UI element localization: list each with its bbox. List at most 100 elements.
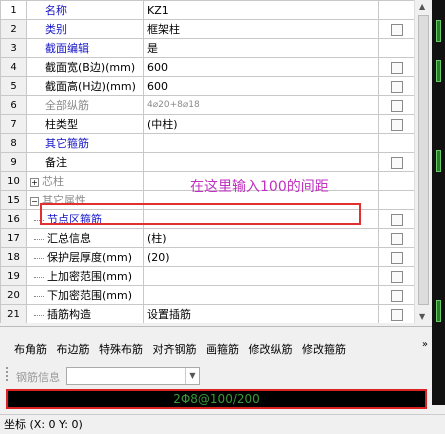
chevron-down-icon[interactable]: ▼	[185, 368, 199, 384]
property-value[interactable]: 600	[143, 57, 379, 77]
row-number: 18	[0, 247, 27, 267]
property-value[interactable]: 600	[143, 76, 379, 96]
tree-indent-line	[34, 295, 44, 297]
property-name-cell: 名称	[26, 0, 144, 20]
attach-checkbox[interactable]	[390, 61, 403, 74]
attach-checkbox[interactable]	[390, 23, 403, 36]
property-row[interactable]: 2 类别 框架柱	[0, 19, 415, 39]
attach-checkbox-cell	[378, 304, 415, 323]
row-number: 16	[0, 209, 27, 229]
property-row[interactable]: 19 上加密范围(mm)	[0, 266, 415, 286]
toolbar-grip-handle[interactable]	[6, 367, 10, 381]
attach-checkbox-cell	[378, 133, 415, 153]
property-name: 其它箍筋	[45, 137, 89, 150]
scroll-up-arrow-icon[interactable]: ▲	[419, 2, 425, 11]
attach-checkbox[interactable]	[390, 289, 403, 302]
toolbar-button-align-rebar[interactable]: 对齐钢筋	[153, 343, 197, 356]
rebar-input-bar[interactable]: 2Φ8@100/200	[6, 389, 427, 409]
attach-checkbox[interactable]	[390, 80, 403, 93]
property-name-cell: 汇总信息	[26, 228, 144, 248]
coordinate-readout: 坐标 (X: 0 Y: 0)	[4, 418, 83, 431]
attach-checkbox-cell	[378, 19, 415, 39]
row-number: 15	[0, 190, 27, 210]
toolbar-button-special-rebar[interactable]: 特殊布筋	[99, 343, 143, 356]
attach-checkbox[interactable]	[390, 118, 403, 131]
property-row[interactable]: 18 保护层厚度(mm) (20)	[0, 247, 415, 267]
attach-checkbox[interactable]	[390, 99, 403, 112]
attach-checkbox[interactable]	[390, 232, 403, 245]
right-side-panel-strip	[432, 0, 445, 405]
property-row[interactable]: 3 截面编辑 是	[0, 38, 415, 58]
property-value[interactable]	[143, 133, 379, 153]
property-value[interactable]: 是	[143, 38, 379, 58]
property-name-cell: 全部纵筋	[26, 95, 144, 115]
property-row[interactable]: 20 下加密范围(mm)	[0, 285, 415, 305]
property-name: 下加密范围(mm)	[47, 289, 133, 302]
property-value[interactable]: (柱)	[143, 228, 379, 248]
toolbar-button-edit-stirrup[interactable]: 修改箍筋	[302, 343, 346, 356]
property-row[interactable]: 9 备注	[0, 152, 415, 172]
property-row[interactable]: 7 柱类型 (中柱)	[0, 114, 415, 134]
property-name-cell: 其它箍筋	[26, 133, 144, 153]
property-name-cell: + 芯柱	[26, 171, 144, 191]
rebar-info-label: 钢筋信息	[16, 371, 60, 384]
property-row[interactable]: 8 其它箍筋	[0, 133, 415, 153]
rebar-toolbar-panel: 布角筋 布边筋 特殊布筋 对齐钢筋 画箍筋 修改纵筋 修改箍筋 » 钢筋信息 ▼…	[0, 326, 432, 409]
collapse-minus-icon[interactable]: −	[30, 196, 39, 206]
property-name-cell: 下加密范围(mm)	[26, 285, 144, 305]
property-value[interactable]	[143, 266, 379, 286]
toolbar-more-chevron-icon[interactable]: »	[422, 339, 428, 350]
row-number: 7	[0, 114, 27, 134]
property-row[interactable]: 1 名称 KZ1	[0, 0, 415, 20]
property-row[interactable]: 6 全部纵筋 4⌀20+8⌀18	[0, 95, 415, 115]
scrollbar-thumb[interactable]	[418, 15, 429, 305]
attach-checkbox-cell	[378, 285, 415, 305]
property-row[interactable]: 21 插筋构造 设置插筋	[0, 304, 415, 323]
toolbar-button-row: 布角筋 布边筋 特殊布筋 对齐钢筋 画箍筋 修改纵筋 修改箍筋	[14, 341, 352, 357]
attach-checkbox-cell	[378, 247, 415, 267]
property-name: 备注	[45, 156, 67, 169]
toolbar-button-corner-rebar[interactable]: 布角筋	[14, 343, 47, 356]
expand-plus-icon[interactable]: +	[30, 177, 39, 187]
toolbar-button-draw-stirrup[interactable]: 画箍筋	[206, 343, 239, 356]
strip-marker	[436, 150, 441, 172]
row-number: 6	[0, 95, 27, 115]
property-row[interactable]: 5 截面高(H边)(mm) 600	[0, 76, 415, 96]
attach-checkbox[interactable]	[390, 251, 403, 264]
property-name: 保护层厚度(mm)	[47, 251, 133, 264]
row-number: 1	[0, 0, 27, 20]
attach-checkbox-cell	[378, 95, 415, 115]
property-value[interactable]	[143, 285, 379, 305]
vertical-scrollbar[interactable]: ▲ ▼	[414, 0, 432, 323]
property-value[interactable]: 设置插筋	[143, 304, 379, 323]
attach-checkbox[interactable]	[390, 156, 403, 169]
rebar-input-text: 2Φ8@100/200	[173, 392, 260, 406]
property-value[interactable]: (20)	[143, 247, 379, 267]
property-value[interactable]: (中柱)	[143, 114, 379, 134]
attach-checkbox[interactable]	[390, 308, 403, 321]
scroll-down-arrow-icon[interactable]: ▼	[419, 312, 425, 321]
attach-checkbox[interactable]	[390, 270, 403, 283]
rebar-info-row: 钢筋信息 ▼	[16, 367, 200, 385]
property-row[interactable]: 4 截面宽(B边)(mm) 600	[0, 57, 415, 77]
property-name-cell: 类别	[26, 19, 144, 39]
tree-indent-line	[34, 314, 44, 316]
property-value[interactable]: 4⌀20+8⌀18	[143, 95, 379, 115]
toolbar-button-edge-rebar[interactable]: 布边筋	[57, 343, 90, 356]
property-value[interactable]: KZ1	[143, 0, 379, 20]
attach-checkbox[interactable]	[390, 213, 403, 226]
row-number: 20	[0, 285, 27, 305]
rebar-info-select[interactable]: ▼	[66, 367, 200, 385]
property-value[interactable]: 框架柱	[143, 19, 379, 39]
attach-checkbox-cell	[378, 228, 415, 248]
property-name: 类别	[45, 23, 67, 36]
property-name: 插筋构造	[47, 308, 91, 321]
toolbar-button-edit-long-rebar[interactable]: 修改纵筋	[249, 343, 293, 356]
property-name: 上加密范围(mm)	[47, 270, 133, 283]
strip-marker	[436, 60, 441, 82]
property-name-cell: 上加密范围(mm)	[26, 266, 144, 286]
property-value[interactable]	[143, 152, 379, 172]
property-name: 芯柱	[42, 175, 64, 188]
property-row[interactable]: 17 汇总信息 (柱)	[0, 228, 415, 248]
property-name: 全部纵筋	[45, 99, 89, 112]
